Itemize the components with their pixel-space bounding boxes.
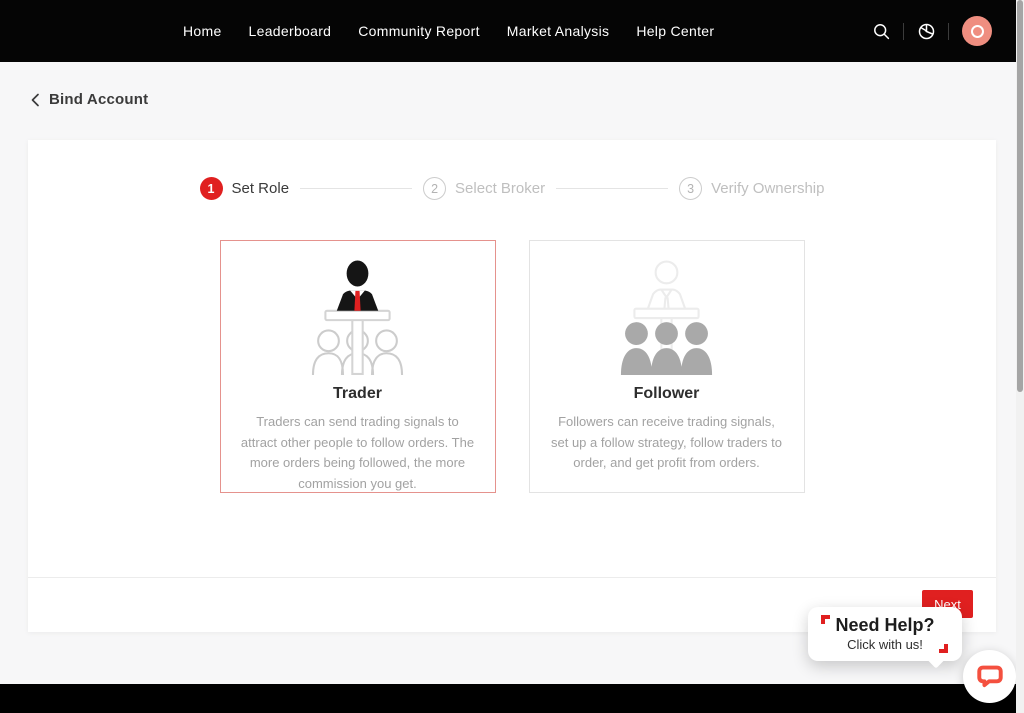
help-title: Need Help? [835,616,934,636]
nav-item-home[interactable]: Home [183,23,222,39]
bind-account-card: 1 Set Role 2 Select Broker 3 Verify Owne… [28,140,996,632]
livechat-bubble-icon [977,665,1003,689]
step-3-circle: 3 [679,177,702,200]
nav-divider [948,23,949,40]
breadcrumb-back-link[interactable]: Bind Account [30,91,148,108]
role-card-trader[interactable]: Trader Traders can send trading signals … [220,240,496,493]
globe-icon[interactable] [917,22,935,40]
step-set-role: 1 Set Role [200,177,290,200]
nav-item-community-report[interactable]: Community Report [358,23,480,39]
nav-menu: Home Leaderboard Community Report Market… [183,23,714,39]
nav-right-controls [872,16,992,46]
card-footer-divider [28,577,996,578]
trader-icon [240,259,476,375]
nav-item-market-analysis[interactable]: Market Analysis [507,23,610,39]
vertical-scrollbar-track[interactable] [1016,0,1024,713]
red-corner-bracket-icon [939,644,948,653]
role-description: Followers can receive trading signals, s… [549,412,785,474]
step-2-circle: 2 [423,177,446,200]
vertical-scrollbar-thumb[interactable] [1017,0,1023,392]
role-title: Trader [240,385,476,403]
page-title: Bind Account [49,91,148,108]
follower-icon [549,259,785,375]
footer-bar [0,684,1024,713]
role-card-follower[interactable]: Follower Followers can receive trading s… [529,240,805,493]
nav-item-help-center[interactable]: Help Center [636,23,714,39]
step-3-label: Verify Ownership [711,180,824,197]
need-help-tooltip[interactable]: Need Help? Click with us! [808,607,962,661]
step-2-label: Select Broker [455,180,545,197]
nav-divider [903,23,904,40]
red-corner-bracket-icon [821,615,830,624]
search-icon[interactable] [872,22,890,40]
step-verify-ownership: 3 Verify Ownership [679,177,824,200]
top-navigation-bar: Home Leaderboard Community Report Market… [0,0,1024,62]
step-1-label: Set Role [232,180,290,197]
stepper-connector [556,188,668,189]
role-selection-row: Trader Traders can send trading signals … [28,240,996,493]
avatar[interactable] [962,16,992,46]
role-title: Follower [549,385,785,403]
stepper-connector [300,188,412,189]
avatar-ring-icon [971,25,984,38]
role-description: Traders can send trading signals to attr… [240,412,476,494]
nav-item-leaderboard[interactable]: Leaderboard [249,23,332,39]
step-select-broker: 2 Select Broker [423,177,545,200]
help-subtitle: Click with us! [847,637,923,652]
step-1-circle: 1 [200,177,223,200]
wizard-stepper: 1 Set Role 2 Select Broker 3 Verify Owne… [28,177,996,200]
livechat-launcher-button[interactable] [963,650,1016,703]
back-chevron-icon [30,92,40,108]
